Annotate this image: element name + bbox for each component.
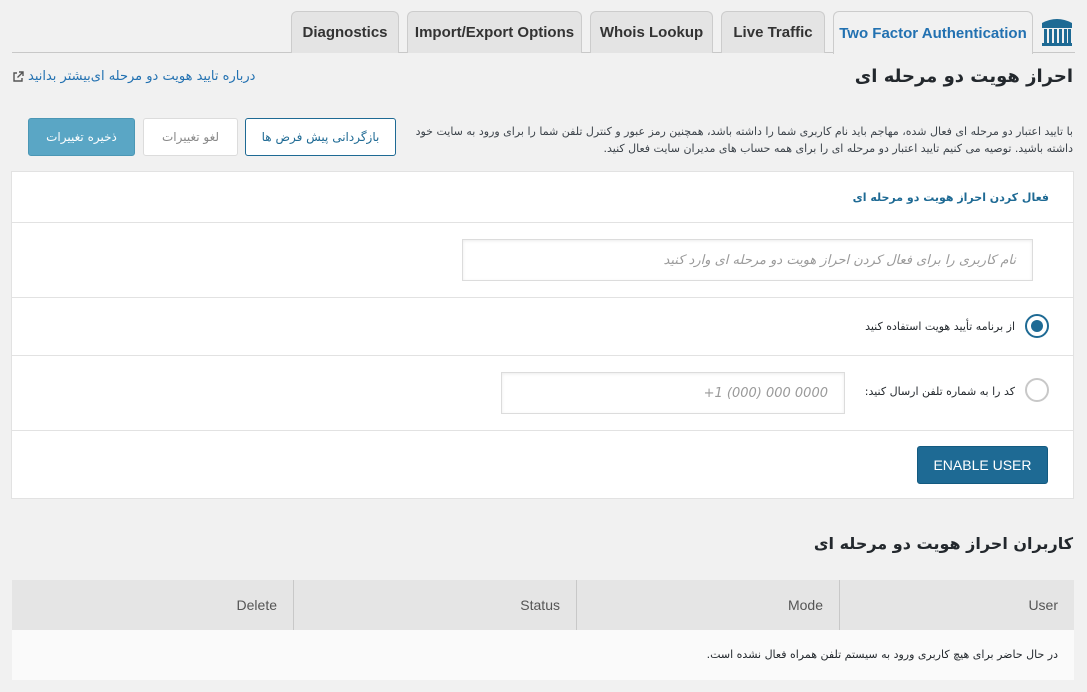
restore-defaults-button[interactable]: بازگردانی پیش فرض ها: [245, 118, 396, 156]
cancel-changes-button[interactable]: لغو تغییرات: [143, 118, 238, 156]
tab-whois-lookup[interactable]: Whois Lookup: [590, 11, 713, 53]
enable-user-button[interactable]: ENABLE USER: [917, 446, 1048, 484]
users-table: Delete Status Mode User در حال حاضر برای…: [12, 580, 1074, 680]
sms-label: کد را به شماره تلفن ارسال کنید:: [864, 385, 1015, 398]
wordfence-logo-icon: [1042, 19, 1072, 46]
enable-2fa-panel: فعال کردن احراز هویت دو مرحله ای نام کار…: [11, 171, 1074, 499]
page-title: احراز هویت دو مرحله ای: [854, 66, 1073, 87]
sms-radio[interactable]: [1025, 378, 1049, 402]
tab-bar: Diagnostics Import/Export Options Whois …: [0, 11, 1087, 54]
intro-text: با تایید اعتبار دو مرحله ای فعال شده، مه…: [415, 125, 1073, 155]
column-header-user: User: [1028, 597, 1058, 613]
column-header-status: Status: [294, 580, 577, 630]
auth-app-radio[interactable]: [1025, 314, 1049, 338]
auth-app-row: از برنامه تأیید هویت استفاده کنید: [12, 298, 1073, 356]
column-header-delete: Delete: [12, 580, 294, 630]
empty-table-message: در حال حاضر برای هیچ کاربری ورود به سیست…: [706, 648, 1058, 661]
users-table-header: Delete Status Mode User: [12, 580, 1074, 630]
auth-app-label: از برنامه تأیید هویت استفاده کنید: [865, 320, 1015, 333]
tab-live-traffic[interactable]: Live Traffic: [721, 11, 825, 53]
tab-import-export[interactable]: Import/Export Options: [407, 11, 582, 53]
sms-row: کد را به شماره تلفن ارسال کنید: +1 (000)…: [12, 356, 1073, 431]
learn-more-link[interactable]: درباره تایید هویت دو مرحله ای‌بیشتر بدان…: [12, 69, 255, 84]
username-input[interactable]: نام کاربری را برای فعال کردن احراز هویت …: [462, 239, 1033, 281]
help-link-label: درباره تایید هویت دو مرحله ای‌بیشتر بدان…: [28, 69, 256, 84]
tab-two-factor-auth[interactable]: Two Factor Authentication: [833, 11, 1033, 54]
column-header-mode: Mode: [577, 580, 840, 630]
panel-title: فعال کردن احراز هویت دو مرحله ای: [852, 191, 1049, 204]
panel-header-row: فعال کردن احراز هویت دو مرحله ای: [12, 172, 1073, 223]
users-section-title: کاربران احراز هویت دو مرحله ای: [813, 534, 1073, 553]
tab-diagnostics[interactable]: Diagnostics: [291, 11, 399, 53]
username-row: نام کاربری را برای فعال کردن احراز هویت …: [12, 223, 1073, 298]
table-row: در حال حاضر برای هیچ کاربری ورود به سیست…: [12, 630, 1074, 680]
save-changes-button[interactable]: ذخیره تغییرات: [28, 118, 135, 156]
phone-input[interactable]: +1 (000) 000 0000: [501, 372, 845, 414]
external-link-icon: [13, 70, 24, 82]
